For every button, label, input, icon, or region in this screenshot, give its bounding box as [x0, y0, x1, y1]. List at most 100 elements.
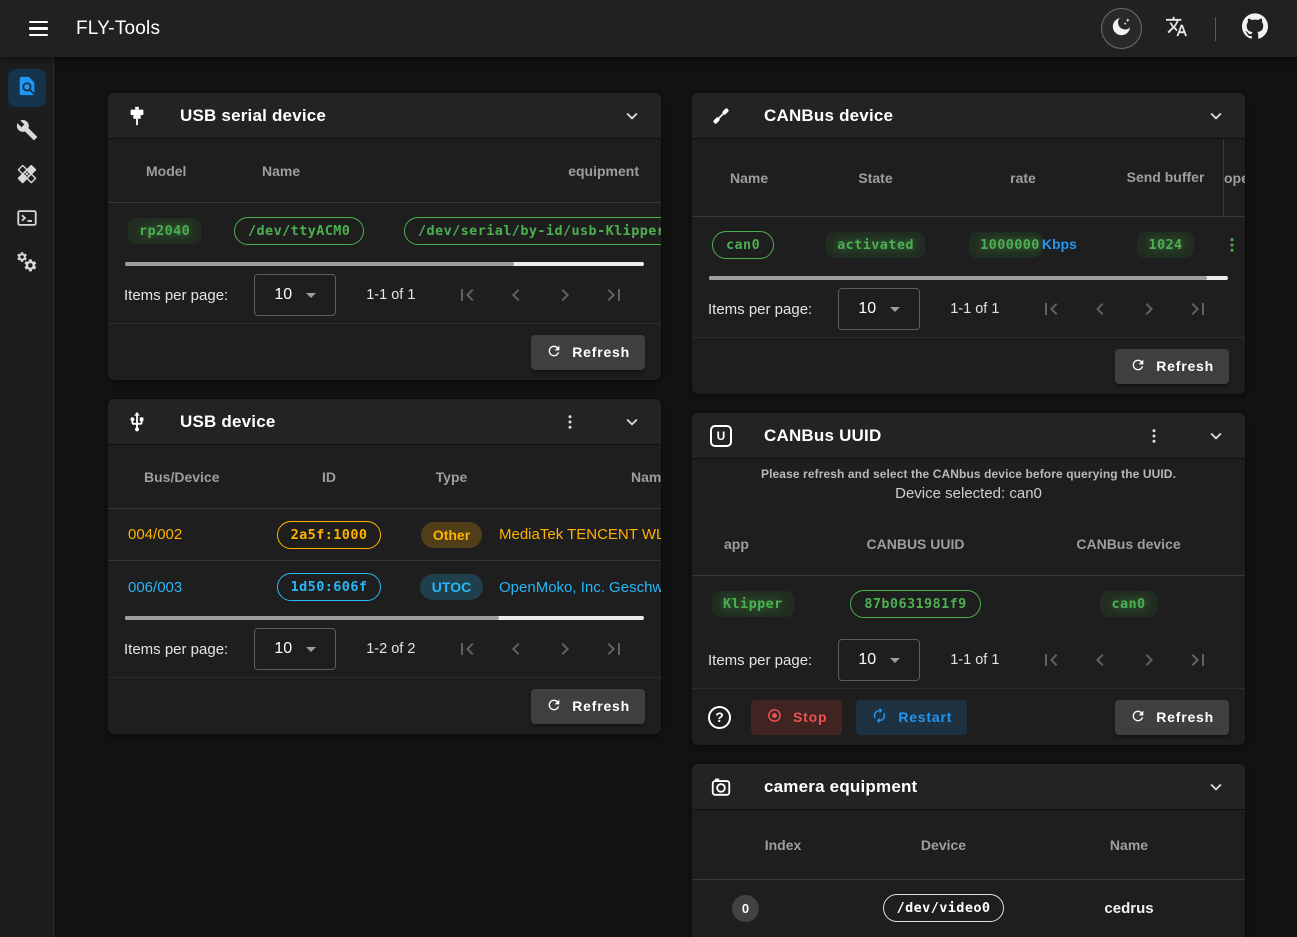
canbus-uuid-card-title: CANBus UUID — [764, 426, 881, 446]
canbus-device-hscroll-thumb[interactable] — [709, 276, 1207, 280]
column-app: app — [708, 536, 803, 552]
usb-device-pagination: Items per page: 10 1-2 of 2 — [108, 621, 661, 677]
bus-value: 006/003 — [124, 579, 254, 596]
prev-page-button[interactable] — [504, 637, 528, 661]
translate-button[interactable] — [1156, 8, 1197, 49]
column-name: Name — [708, 170, 813, 186]
refresh-button[interactable]: Refresh — [531, 335, 645, 370]
camera-collapse-chevron[interactable] — [1205, 776, 1227, 798]
refresh-button[interactable]: Refresh — [1115, 700, 1229, 735]
rate-unit: Kbps — [1042, 236, 1077, 252]
sidebar-item-patches[interactable] — [8, 157, 46, 195]
items-per-page-select[interactable]: 10 — [838, 639, 920, 681]
usb-device-hscrollbar — [125, 616, 644, 620]
column-device: Device — [858, 837, 1029, 853]
uuid-hint-text: Please refresh and select the CANbus dev… — [706, 467, 1231, 481]
canbus-uuid-card-actions: ? Stop Restart Refresh — [692, 688, 1245, 745]
items-per-page-value: 10 — [858, 300, 876, 318]
usb-device-card-header[interactable]: USB device — [108, 399, 661, 445]
first-page-button[interactable] — [1039, 648, 1063, 672]
restart-label: Restart — [898, 709, 952, 725]
sidebar-item-device-query[interactable] — [8, 69, 46, 107]
usb-serial-card: USB serial device Model Name equipment r… — [108, 93, 661, 380]
usb-device-collapse-chevron[interactable] — [621, 411, 643, 433]
last-page-button[interactable] — [602, 283, 626, 307]
usb-device-row: 006/003 1d50:606f UTOC OpenMoko, Inc. Ge… — [108, 561, 661, 613]
sidebar-item-services[interactable] — [8, 245, 46, 283]
dark-mode-toggle[interactable] — [1101, 8, 1142, 49]
select-caret-icon — [890, 307, 900, 312]
canbus-uuid-collapse-chevron[interactable] — [1205, 425, 1227, 447]
usb-serial-hscroll-thumb[interactable] — [125, 262, 514, 266]
last-page-button[interactable] — [1186, 648, 1210, 672]
items-per-page-select[interactable]: 10 — [254, 628, 336, 670]
type-badge: Other — [421, 522, 482, 548]
column-canbus-uuid: CANBUS UUID — [803, 536, 1028, 552]
canbus-device-card-header[interactable]: CANBus device — [692, 93, 1245, 139]
first-page-button[interactable] — [1039, 297, 1063, 321]
first-page-button[interactable] — [455, 283, 479, 307]
items-per-page-value: 10 — [858, 651, 876, 669]
usb-serial-hscrollbar — [125, 262, 644, 266]
healing-icon — [16, 163, 38, 190]
last-page-button[interactable] — [602, 637, 626, 661]
sidebar-item-tools[interactable] — [8, 113, 46, 151]
next-page-button[interactable] — [553, 283, 577, 307]
equipment-pill: /dev/serial/by-id/usb-Klipper_rp204 — [404, 217, 661, 245]
canbus-device-card: CANBus device Name State rate Send buffe… — [692, 93, 1245, 394]
usb-serial-card-header[interactable]: USB serial device — [108, 93, 661, 139]
usb-serial-collapse-chevron[interactable] — [621, 105, 643, 127]
canbus-uuid-card-header[interactable]: U CANBus UUID — [692, 413, 1245, 459]
github-button[interactable] — [1234, 8, 1275, 49]
wrench-icon — [16, 119, 38, 146]
refresh-label: Refresh — [572, 344, 630, 360]
id-pill: 2a5f:1000 — [277, 521, 382, 549]
refresh-label: Refresh — [572, 698, 630, 714]
next-page-button[interactable] — [1137, 297, 1161, 321]
column-id: ID — [254, 469, 404, 485]
canbus-uuid-menu-kebab[interactable] — [1145, 427, 1163, 445]
column-state: State — [813, 170, 938, 186]
usb-device-hscroll-thumb[interactable] — [125, 616, 499, 620]
items-per-page-label: Items per page: — [124, 641, 228, 658]
column-model: Model — [124, 163, 234, 179]
refresh-label: Refresh — [1156, 709, 1214, 725]
select-caret-icon — [306, 293, 316, 298]
send-buffer-value: 1024 — [1137, 232, 1193, 258]
canbus-device-collapse-chevron[interactable] — [1205, 105, 1227, 127]
terminal-icon — [16, 207, 38, 234]
row-operate-kebab[interactable] — [1223, 236, 1241, 254]
column-canbus-device: CANBus device — [1028, 536, 1229, 552]
prev-page-button[interactable] — [1088, 297, 1112, 321]
items-per-page-select[interactable]: 10 — [838, 288, 920, 330]
cable-icon — [708, 105, 734, 127]
prev-page-button[interactable] — [504, 283, 528, 307]
menu-icon[interactable] — [18, 9, 58, 49]
column-type: Type — [404, 469, 499, 485]
camera-card-header[interactable]: camera equipment — [692, 764, 1245, 810]
help-icon[interactable]: ? — [708, 706, 731, 729]
next-page-button[interactable] — [1137, 648, 1161, 672]
last-page-button[interactable] — [1186, 297, 1210, 321]
sidebar-nav — [0, 57, 54, 937]
stop-button[interactable]: Stop — [751, 700, 842, 735]
refresh-icon — [1130, 708, 1146, 727]
camera-device-pill: /dev/video0 — [883, 894, 1005, 922]
items-per-page-value: 10 — [274, 640, 292, 658]
sidebar-item-terminal[interactable] — [8, 201, 46, 239]
refresh-button[interactable]: Refresh — [531, 689, 645, 724]
restart-button[interactable]: Restart — [856, 700, 967, 735]
first-page-button[interactable] — [455, 637, 479, 661]
device-selected-text: Device selected: can0 — [706, 485, 1231, 502]
translate-icon — [1165, 15, 1188, 43]
usb-device-menu-kebab[interactable] — [561, 413, 579, 431]
usb-device-table-header: Bus/Device ID Type Name — [108, 445, 661, 509]
usb-serial-pagination: Items per page: 10 1-1 of 1 — [108, 267, 661, 323]
refresh-button[interactable]: Refresh — [1115, 349, 1229, 384]
canbus-device-hscrollbar — [709, 276, 1228, 280]
prev-page-button[interactable] — [1088, 648, 1112, 672]
page-range: 1-1 of 1 — [950, 301, 999, 317]
items-per-page-label: Items per page: — [708, 652, 812, 669]
next-page-button[interactable] — [553, 637, 577, 661]
items-per-page-select[interactable]: 10 — [254, 274, 336, 316]
